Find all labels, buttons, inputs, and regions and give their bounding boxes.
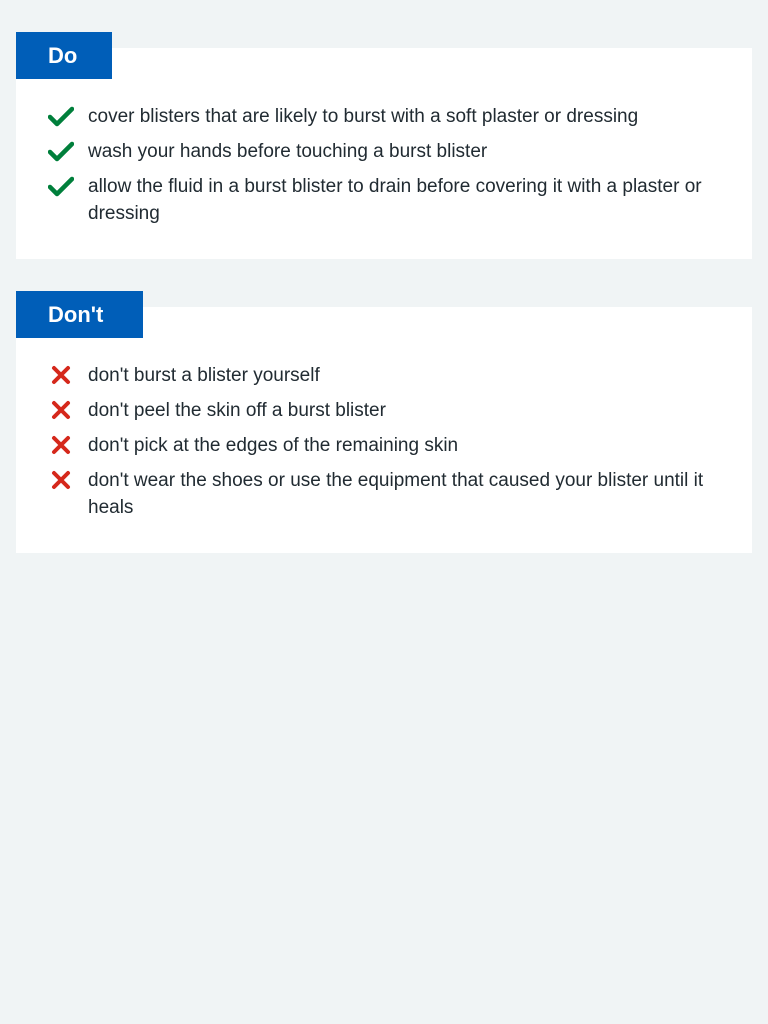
dont-list-item: don't pick at the edges of the remaining…: [16, 432, 752, 459]
do-list-item: cover blisters that are likely to burst …: [16, 103, 752, 130]
tick-icon: [48, 175, 74, 199]
dont-item-text: don't pick at the edges of the remaining…: [88, 435, 459, 456]
do-list-panel: cover blisters that are likely to burst …: [16, 48, 752, 259]
dont-heading: Don't: [16, 291, 143, 338]
cross-icon: [48, 469, 74, 493]
cross-icon: [48, 399, 74, 423]
do-list-item: wash your hands before touching a burst …: [16, 138, 752, 165]
dont-list-panel: don't burst a blister yourself don't pee…: [16, 307, 752, 553]
do-list: cover blisters that are likely to burst …: [16, 103, 752, 235]
dont-list-item: don't peel the skin off a burst blister: [16, 397, 752, 424]
dont-list-item: don't burst a blister yourself: [16, 362, 752, 389]
cross-icon: [48, 434, 74, 458]
tick-icon: [48, 105, 74, 129]
do-list-item: allow the fluid in a burst blister to dr…: [16, 173, 752, 227]
dont-list: don't burst a blister yourself don't pee…: [16, 362, 752, 529]
do-item-text: allow the fluid in a burst blister to dr…: [88, 176, 702, 224]
do-item-text: cover blisters that are likely to burst …: [88, 106, 639, 127]
cross-icon: [48, 364, 74, 388]
dont-list-item: don't wear the shoes or use the equipmen…: [16, 467, 752, 521]
dont-item-text: don't wear the shoes or use the equipmen…: [88, 470, 704, 518]
do-heading: Do: [16, 32, 112, 79]
tick-icon: [48, 140, 74, 164]
dont-item-text: don't peel the skin off a burst blister: [88, 400, 386, 421]
dont-item-text: don't burst a blister yourself: [88, 365, 320, 386]
do-item-text: wash your hands before touching a burst …: [88, 141, 488, 162]
